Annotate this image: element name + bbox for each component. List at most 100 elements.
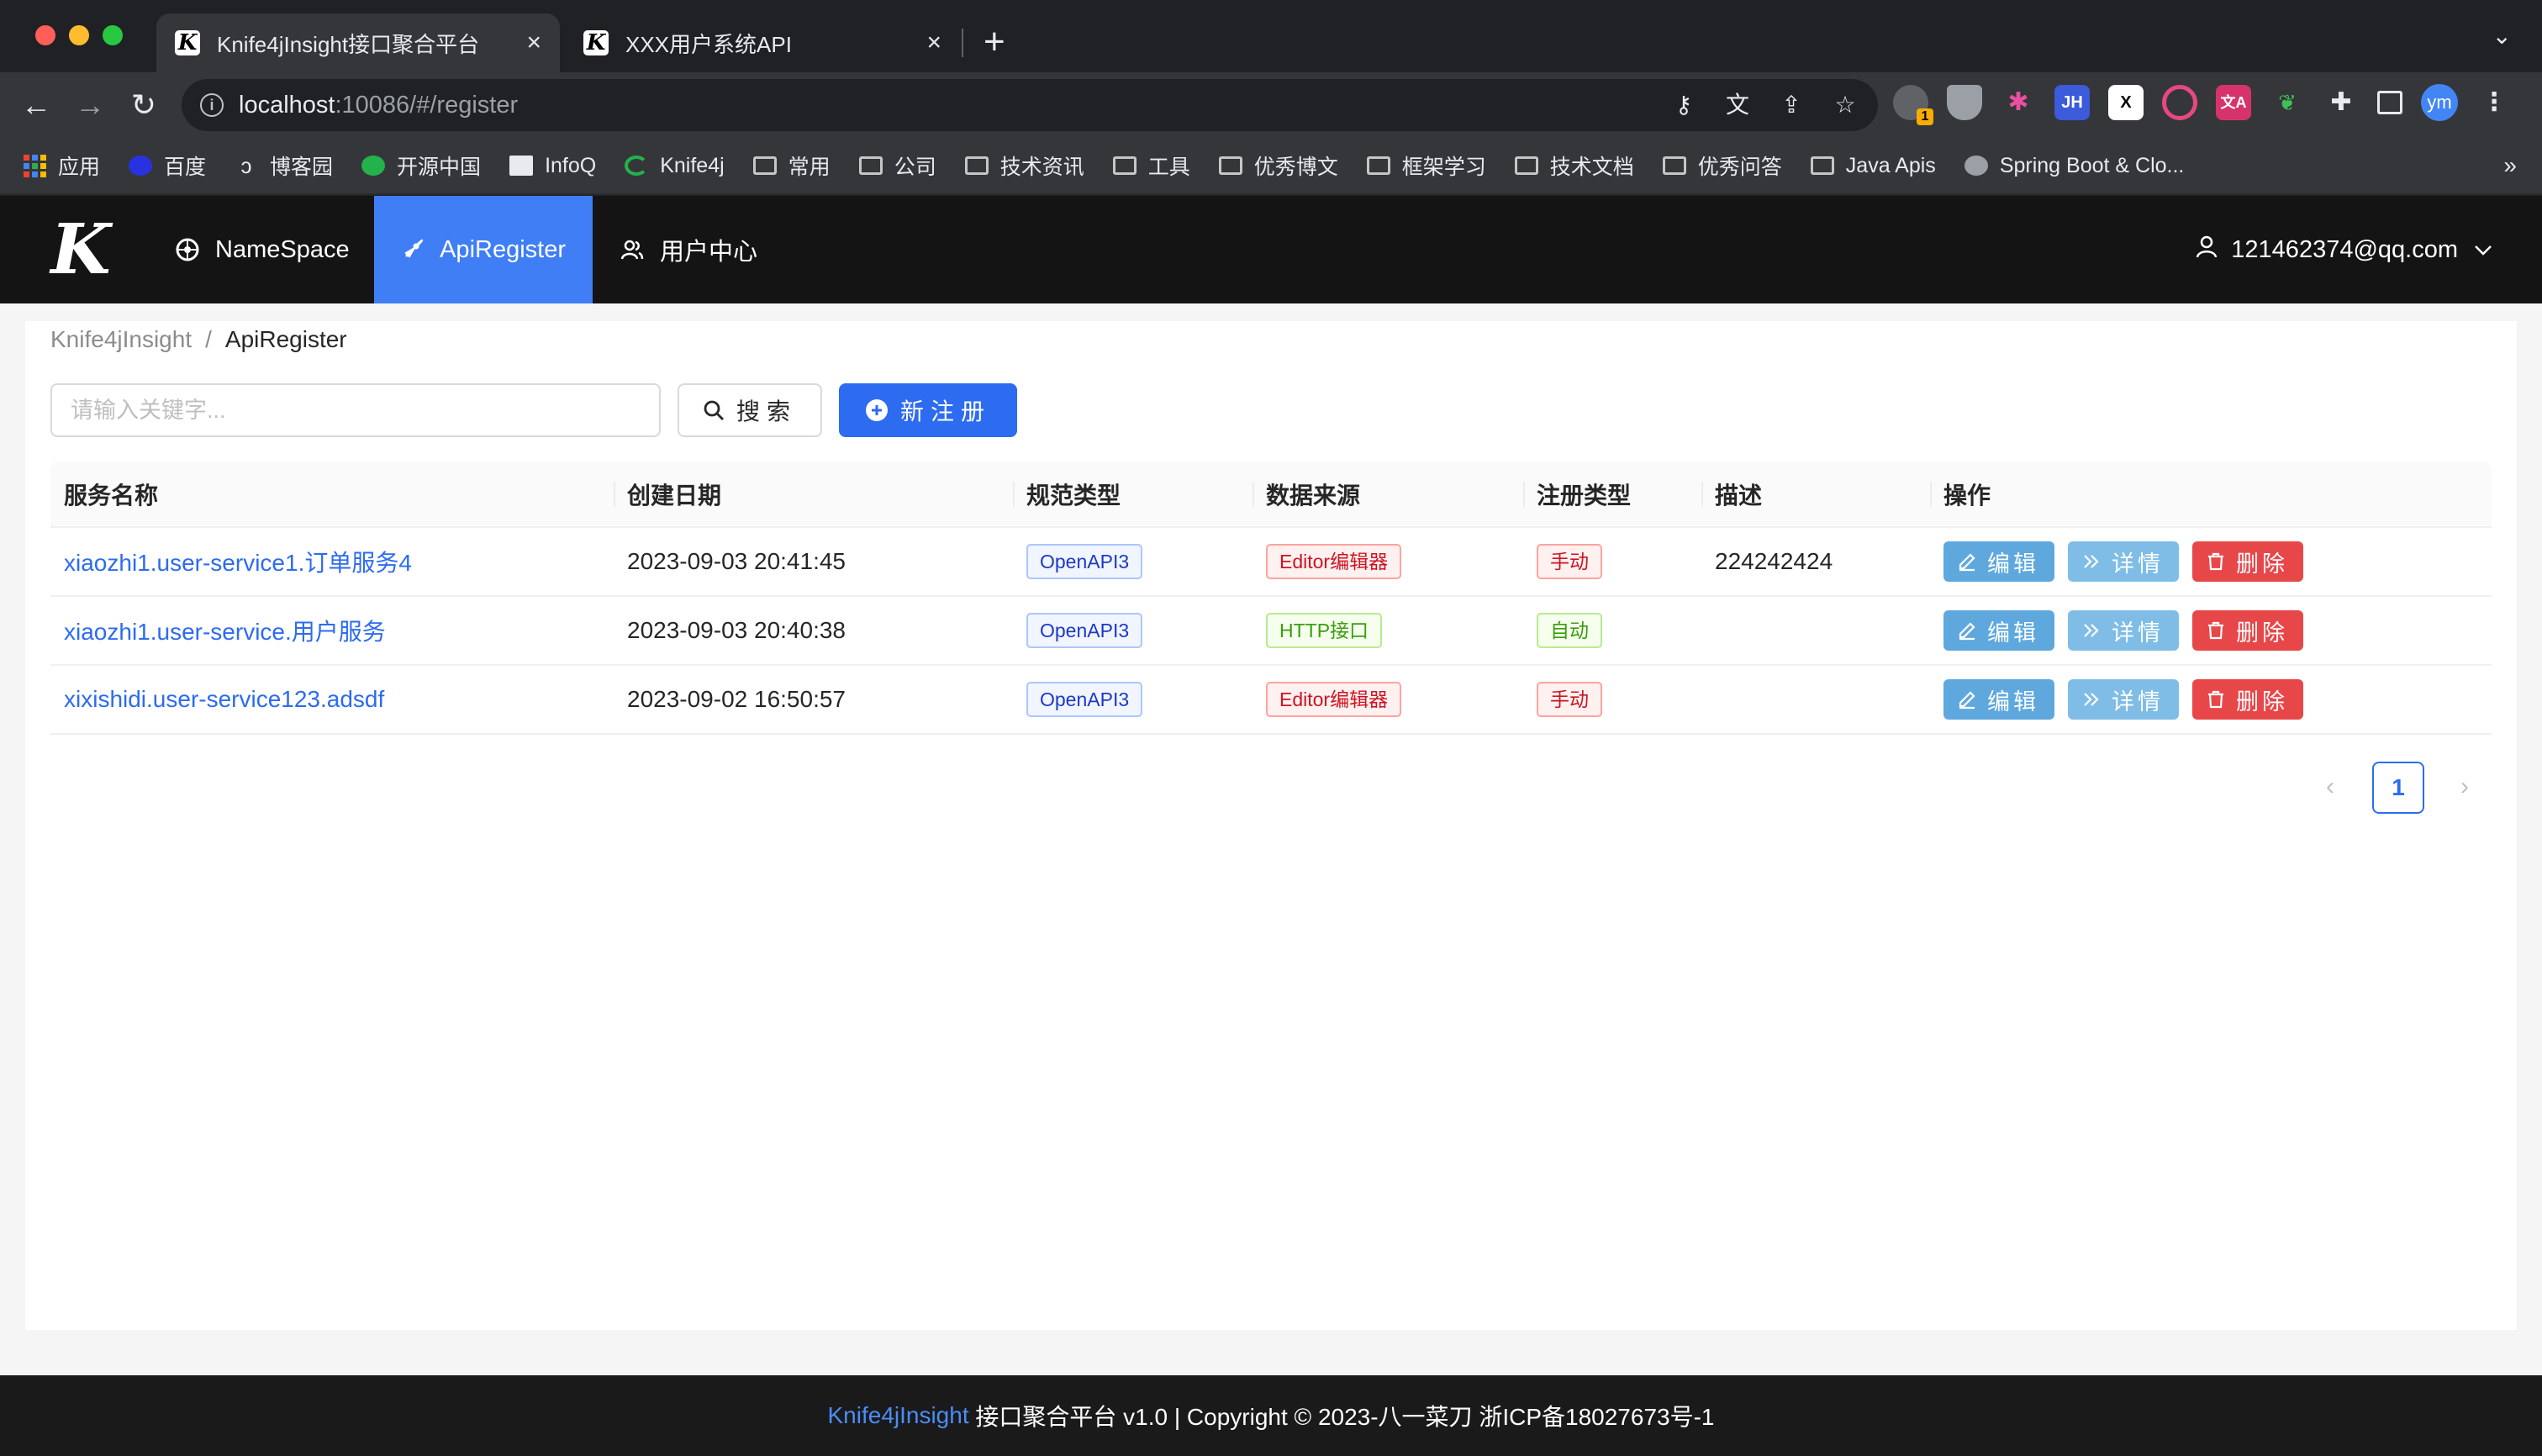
knife4j-logo[interactable]: K <box>47 214 114 285</box>
folder-icon <box>1662 156 1686 175</box>
bookmark-folder[interactable]: 技术资讯 <box>964 150 1084 181</box>
edit-button[interactable]: 编辑 <box>1943 541 2054 582</box>
bookmark-spring[interactable]: Spring Boot & Clo... <box>1964 154 2184 178</box>
bookmark-apps[interactable]: 应用 <box>24 150 100 181</box>
reload-icon[interactable]: ↻ <box>123 84 165 126</box>
site-info-icon[interactable]: i <box>200 93 224 117</box>
more-menu-icon[interactable]: ⋮ <box>2476 85 2512 120</box>
bookmarks-bar: 应用 百度 ↄ 博客园 开源中国 InfoQ Knife4j 常用 公司 技术资… <box>0 138 2542 195</box>
service-name-link[interactable]: xiaozhi1.user-service.用户服务 <box>64 614 386 647</box>
tab-close-icon[interactable]: × <box>926 29 941 57</box>
new-register-button[interactable]: 新注册 <box>839 383 1017 437</box>
translate-extension-icon[interactable]: 文A <box>2216 85 2251 120</box>
shield-extension-icon[interactable] <box>1947 85 1982 120</box>
bookmark-label: 技术资讯 <box>999 156 1084 179</box>
folder-icon <box>1366 156 1390 175</box>
bookmark-folder[interactable]: Java Apis <box>1810 154 1936 178</box>
trash-icon <box>2206 620 2226 641</box>
double-chevron-right-icon <box>2081 689 2102 710</box>
new-tab-button[interactable]: + <box>984 18 1005 66</box>
pagination-next-chevron-icon[interactable]: › <box>2448 770 2481 804</box>
window-close-button[interactable] <box>35 25 55 45</box>
detail-button[interactable]: 详情 <box>2068 610 2179 651</box>
bookmark-label: InfoQ <box>545 153 597 177</box>
bookmark-label: 应用 <box>58 156 101 179</box>
user-dropdown[interactable]: 121462374@qq.com <box>2196 196 2493 303</box>
search-input[interactable] <box>50 383 661 437</box>
nav-user-center[interactable]: 用户中心 <box>593 196 784 303</box>
bookmark-folder[interactable]: 优秀问答 <box>1662 150 1782 181</box>
knife4j-favicon-icon: K <box>583 30 609 55</box>
detail-button[interactable]: 详情 <box>2068 679 2179 720</box>
bookmark-oschina[interactable]: 开源中国 <box>361 150 481 181</box>
delete-button[interactable]: 删除 <box>2192 541 2303 582</box>
search-button[interactable]: 搜索 <box>678 383 822 437</box>
description <box>1701 596 1930 665</box>
address-bar[interactable]: i localhost:10086/#/register ⚷ 文 ⇪ ☆ <box>182 79 1878 131</box>
bookmark-star-icon[interactable]: ☆ <box>1827 87 1863 123</box>
edit-button[interactable]: 编辑 <box>1943 679 2054 720</box>
bookmark-infoq[interactable]: InfoQ <box>509 154 596 178</box>
url-host: localhost <box>239 91 335 119</box>
forward-arrow-icon[interactable]: → <box>69 84 111 126</box>
share-icon[interactable]: ⇪ <box>1774 87 1809 123</box>
jh-extension-icon[interactable]: JH <box>2054 85 2090 120</box>
footer-brand-link[interactable]: Knife4jInsight <box>828 1402 969 1429</box>
data-source-tag: Editor编辑器 <box>1266 682 1402 717</box>
column-header: 注册类型 <box>1523 462 1701 527</box>
delete-label: 删除 <box>2236 551 2288 577</box>
circle-extension-icon[interactable] <box>2162 85 2197 120</box>
breadcrumb-current: ApiRegister <box>224 326 347 352</box>
tab-close-icon[interactable]: × <box>526 29 541 57</box>
bookmark-folder[interactable]: 公司 <box>858 150 936 181</box>
x-extension-icon[interactable]: X <box>2108 85 2144 120</box>
window-minimize-button[interactable] <box>69 25 89 45</box>
cnblogs-icon: ↄ <box>240 153 252 178</box>
bookmark-folder[interactable]: 优秀博文 <box>1218 150 1338 181</box>
folder-icon <box>1514 156 1538 175</box>
knife4j-icon <box>625 156 649 176</box>
side-panel-icon[interactable] <box>2377 91 2402 114</box>
leaf-extension-icon[interactable]: ❦ <box>2270 85 2305 120</box>
key-icon[interactable]: ⚷ <box>1666 87 1701 123</box>
bookmark-folder[interactable]: 常用 <box>752 150 831 181</box>
extension-icon[interactable]: 1 <box>1893 85 1933 125</box>
bookmark-folder[interactable]: 工具 <box>1112 150 1190 181</box>
created-date: 2023-09-02 16:50:57 <box>627 686 846 712</box>
more-bookmarks-icon[interactable]: » <box>2503 152 2517 179</box>
bookmark-label: 优秀博文 <box>1253 156 1338 179</box>
nav-namespace[interactable]: NameSpace <box>148 196 377 303</box>
sparkle-extension-icon[interactable]: ✱ <box>2001 85 2036 120</box>
breadcrumb-root[interactable]: Knife4jInsight <box>50 326 192 353</box>
bookmark-baidu[interactable]: 百度 <box>129 150 206 181</box>
browser-tab-active[interactable]: K Knife4jInsight接口聚合平台 × <box>156 13 560 72</box>
pagination-prev-chevron-icon[interactable]: ‹ <box>2313 770 2347 804</box>
service-name-link[interactable]: xixishidi.user-service123.adsdf <box>64 686 384 713</box>
bookmark-folder[interactable]: 技术文档 <box>1514 150 1634 181</box>
pagination-page[interactable]: 1 <box>2372 762 2424 814</box>
browser-tab[interactable]: K XXX用户系统API × <box>565 13 960 72</box>
puzzle-extensions-icon[interactable]: ✚ <box>2323 85 2359 120</box>
tab-search-chevron-icon[interactable]: ⌄ <box>2492 22 2512 50</box>
bookmark-knife4j[interactable]: Knife4j <box>625 154 725 178</box>
detail-button[interactable]: 详情 <box>2068 541 2179 582</box>
translate-icon[interactable]: 文 <box>1720 87 1755 123</box>
new-button-label: 新注册 <box>899 398 991 425</box>
back-arrow-icon[interactable]: ← <box>15 84 57 126</box>
delete-button[interactable]: 删除 <box>2192 679 2303 720</box>
nav-apiregister[interactable]: ApiRegister <box>374 196 593 303</box>
service-name-link[interactable]: xiaozhi1.user-service1.订单服务4 <box>64 545 412 578</box>
bookmark-folder[interactable]: 框架学习 <box>1366 150 1486 181</box>
delete-button[interactable]: 删除 <box>2192 610 2303 651</box>
column-header: 操作 <box>1930 462 2492 527</box>
column-header: 描述 <box>1701 462 1930 527</box>
data-source-tag: Editor编辑器 <box>1266 544 1402 579</box>
edit-button[interactable]: 编辑 <box>1943 610 2054 651</box>
detail-label: 详情 <box>2112 551 2164 577</box>
bookmark-label: 工具 <box>1147 156 1190 179</box>
profile-avatar[interactable]: ym <box>2421 84 2458 121</box>
folder-icon <box>1112 156 1137 175</box>
footer-text: 接口聚合平台 v1.0 | Copyright © 2023-八一菜刀 浙ICP… <box>968 1404 1715 1430</box>
window-maximize-button[interactable] <box>103 25 123 45</box>
bookmark-cnblogs[interactable]: ↄ 博客园 <box>235 150 334 181</box>
